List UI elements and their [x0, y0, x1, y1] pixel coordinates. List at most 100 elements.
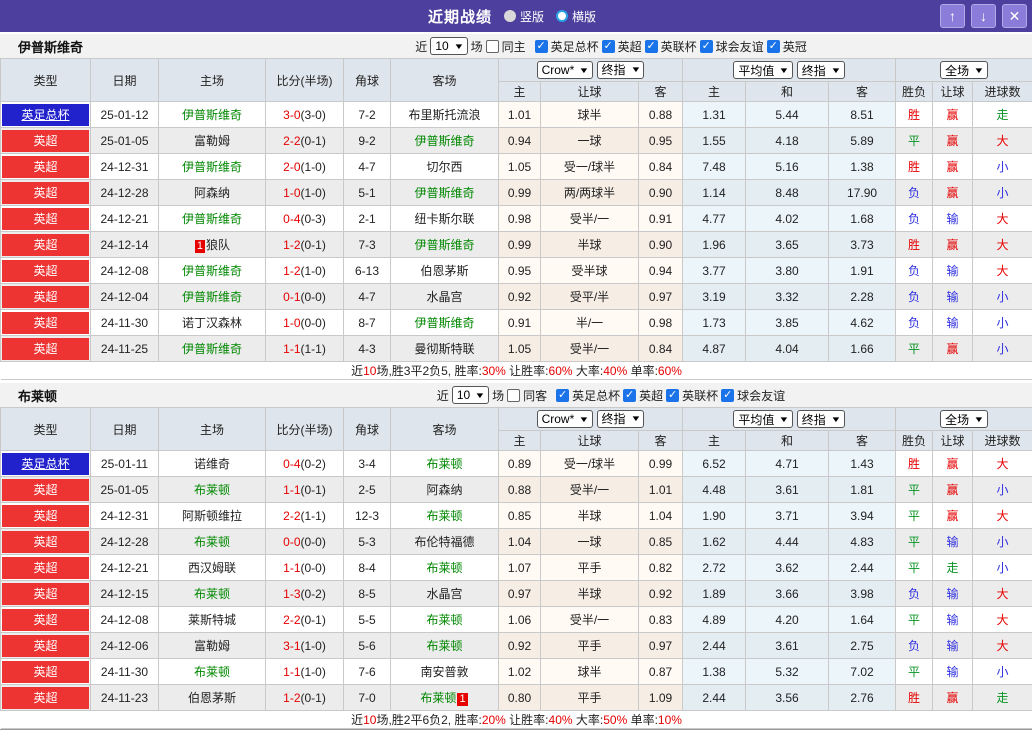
average-select[interactable]: 平均值 ▼ [733, 410, 794, 428]
chevron-down-icon: ▼ [778, 65, 790, 75]
league-type-link[interactable]: 英超 [2, 582, 89, 605]
cell-away-team-name: 阿森纳 [426, 483, 463, 497]
cell-odds-handicap: 半球 [540, 580, 639, 607]
league-checkbox-4[interactable]: ✓ [766, 39, 780, 53]
league-checkbox-label[interactable]: 英联杯 [661, 38, 697, 55]
league-type-link[interactable]: 英超 [2, 233, 89, 256]
close-button[interactable]: ✕ [1002, 4, 1027, 28]
league-checkbox-label[interactable]: 英足总杯 [551, 38, 599, 55]
cell-odds-home: 0.80 [498, 684, 541, 711]
sub-header-1: 让球 [540, 430, 639, 451]
same-venue-checkbox[interactable] [507, 388, 521, 402]
final-odds-select-1[interactable]: 终指 ▼ [596, 60, 645, 79]
match-row: 英超 24-12-04 伊普斯维奇 0-1(0-0) 4-7 水晶宫 0.92 受平/半 0.9… [0, 283, 1032, 310]
league-type-link[interactable]: 英足总杯 [2, 452, 89, 475]
section-bar: 布莱顿近 10 ▼ 场同客 ✓ 英足总杯 ✓ 英超 ✓ 英联杯 ✓ 球会友谊 [0, 383, 1032, 407]
cell-home-team-name: 莱斯特城 [187, 613, 236, 627]
cell-home-team: 阿森纳 [158, 179, 266, 206]
match-count-select[interactable]: 10 ▼ [430, 37, 468, 55]
league-checkbox-label[interactable]: 球会友谊 [716, 38, 764, 55]
league-type-link[interactable]: 英足总杯 [2, 103, 89, 126]
league-type-link[interactable]: 英超 [2, 207, 89, 230]
league-type-link[interactable]: 英超 [2, 129, 89, 152]
final-odds-select-1[interactable]: 终指 ▼ [596, 409, 645, 428]
cell-avg-away: 4.62 [828, 309, 897, 336]
cell-avg-draw: 5.44 [745, 101, 830, 128]
league-type-link[interactable]: 英超 [2, 478, 89, 501]
league-checkbox-label[interactable]: 英联杯 [682, 387, 718, 404]
crow-select[interactable]: Crow* ▼ [536, 410, 594, 429]
league-type-link[interactable]: 英超 [2, 634, 89, 657]
league-type-link[interactable]: 英超 [2, 311, 89, 334]
league-checkbox-label[interactable]: 球会友谊 [737, 387, 785, 404]
cell-away-team: 布莱顿 [390, 606, 499, 633]
cell-odds-handicap: 一球 [540, 528, 639, 555]
final-odds-select-2[interactable]: 终指 ▼ [796, 410, 845, 428]
league-checkbox-3[interactable]: ✓ [699, 39, 713, 53]
fulltime-select-value: 全场 [945, 63, 970, 78]
sub-header-8: 进球数 [972, 81, 1032, 102]
league-type-link[interactable]: 英超 [2, 181, 89, 204]
vertical-layout-radio[interactable] [503, 10, 516, 22]
cell-avg-home: 1.31 [682, 101, 747, 128]
league-checkbox-label[interactable]: 英超 [618, 38, 642, 55]
cell-date: 24-12-04 [90, 283, 159, 310]
fulltime-score: 2-0 [283, 159, 301, 174]
sub-header-5: 客 [828, 430, 897, 451]
league-checkbox-label[interactable]: 英冠 [783, 38, 807, 55]
league-type-link[interactable]: 英超 [2, 530, 89, 553]
horizontal-layout-radio[interactable] [556, 10, 568, 22]
cell-odds-away: 0.92 [637, 580, 684, 607]
move-up-button[interactable]: ↑ [940, 4, 965, 28]
cell-odds-handicap: 受一/球半 [540, 450, 639, 477]
cell-avg-draw: 4.20 [745, 606, 830, 633]
cell-avg-home: 1.73 [682, 309, 747, 336]
move-down-button[interactable]: ↓ [971, 4, 996, 28]
league-type-link[interactable]: 英超 [2, 660, 89, 683]
cell-away-team-name: 曼彻斯特联 [414, 342, 475, 356]
cell-avg-away: 1.68 [828, 205, 897, 232]
league-type-link[interactable]: 英超 [2, 285, 89, 308]
average-select[interactable]: 平均值 ▼ [733, 61, 794, 79]
league-checkbox-2[interactable]: ✓ [666, 388, 680, 402]
league-type-link[interactable]: 英超 [2, 259, 89, 282]
cell-date: 24-12-21 [90, 205, 159, 232]
cell-league: 英超 [0, 205, 91, 232]
league-checkbox-2[interactable]: ✓ [644, 39, 658, 53]
league-type-link[interactable]: 英超 [2, 608, 89, 631]
same-venue-label[interactable]: 同客 [523, 387, 547, 404]
final-odds-select-2[interactable]: 终指 ▼ [796, 61, 845, 79]
league-checkbox-1[interactable]: ✓ [623, 388, 637, 402]
cell-corner: 4-3 [343, 335, 391, 362]
league-type-link[interactable]: 英超 [2, 504, 89, 527]
cell-result-outcome: 胜 [895, 450, 934, 477]
league-type-link[interactable]: 英超 [2, 686, 89, 709]
league-type-link[interactable]: 英超 [2, 337, 89, 360]
cell-result-outcome: 平 [895, 606, 934, 633]
same-venue-checkbox[interactable] [485, 39, 499, 53]
cell-home-team-name: 伊普斯维奇 [181, 160, 242, 174]
league-type-link[interactable]: 英超 [2, 155, 89, 178]
chevron-down-icon: ▼ [578, 414, 590, 424]
same-venue-label[interactable]: 同主 [502, 38, 526, 55]
league-checkbox-0[interactable]: ✓ [534, 39, 548, 53]
filter-bar: 近 10 ▼ 场同主 ✓ 英足总杯 ✓ 英超 ✓ 英联杯 ✓ 球会友谊 ✓ 英冠 [190, 37, 1032, 55]
halftime-score: (1-0) [300, 263, 326, 278]
fulltime-score: 2-2 [283, 508, 301, 523]
match-count-select[interactable]: 10 ▼ [451, 386, 490, 404]
fulltime-select[interactable]: 全场 ▼ [940, 410, 988, 428]
horizontal-layout-label[interactable]: 横版 [572, 8, 596, 25]
crow-select[interactable]: Crow* ▼ [536, 61, 594, 80]
fulltime-select[interactable]: 全场 ▼ [940, 61, 988, 79]
cell-corner: 5-5 [343, 606, 391, 633]
league-checkbox-0[interactable]: ✓ [556, 388, 570, 402]
league-checkbox-label[interactable]: 英足总杯 [572, 387, 620, 404]
league-checkbox-3[interactable]: ✓ [721, 388, 735, 402]
sub-header-5: 客 [828, 81, 897, 102]
cell-odds-handicap: 半球 [540, 502, 639, 529]
cell-odds-handicap: 受半/一 [540, 606, 639, 633]
league-type-link[interactable]: 英超 [2, 556, 89, 579]
vertical-layout-label[interactable]: 竖版 [520, 8, 544, 25]
league-checkbox-label[interactable]: 英超 [639, 387, 663, 404]
league-checkbox-1[interactable]: ✓ [601, 39, 615, 53]
